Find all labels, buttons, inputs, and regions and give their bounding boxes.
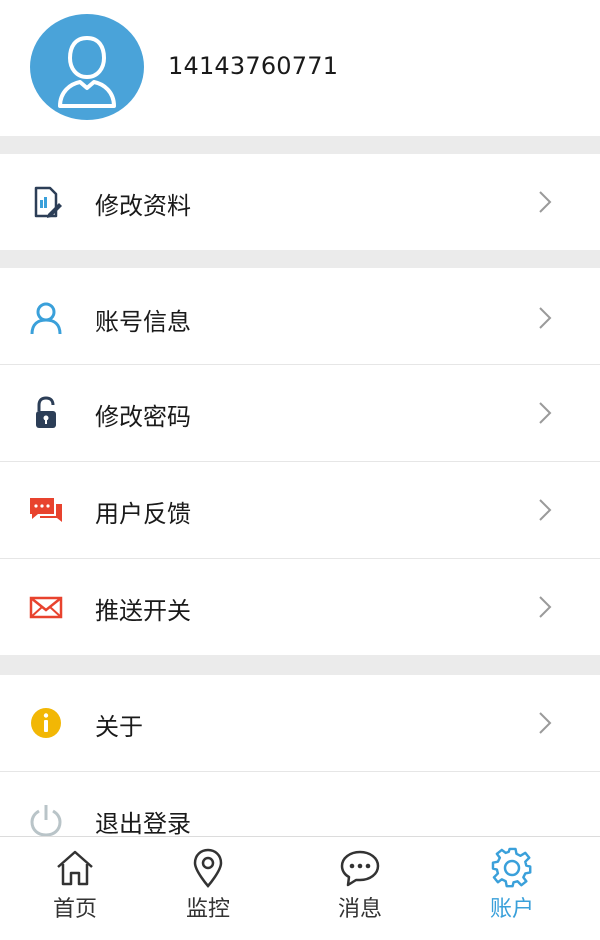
- menu-item-label: 账号信息: [95, 308, 191, 336]
- chevron-right-icon: [539, 499, 552, 521]
- menu-item-label: 修改密码: [95, 403, 191, 431]
- menu-item-about[interactable]: 关于: [0, 675, 600, 771]
- tab-monitor[interactable]: 监控: [133, 837, 283, 940]
- menu-item-label: 修改资料: [95, 192, 191, 220]
- tab-label: 账户: [489, 897, 534, 922]
- avatar[interactable]: [30, 14, 144, 120]
- tab-label: 消息: [337, 897, 382, 922]
- menu-item-label: 用户反馈: [95, 500, 191, 528]
- account-phone-number: 14143760771: [168, 52, 339, 80]
- chevron-right-icon: [539, 712, 552, 734]
- user-silhouette-icon: [58, 36, 116, 108]
- lock-icon: [28, 395, 64, 431]
- chevron-right-icon: [539, 596, 552, 618]
- chat-bubble-icon: [340, 850, 380, 887]
- info-icon: [28, 705, 64, 741]
- gear-icon: [491, 847, 532, 888]
- tab-label: 首页: [52, 897, 97, 922]
- location-pin-icon: [193, 848, 223, 888]
- chat-bubbles-icon: [28, 492, 64, 528]
- tab-account[interactable]: 账户: [437, 837, 587, 940]
- menu-item-label: 关于: [95, 713, 143, 741]
- chevron-right-icon: [539, 402, 552, 424]
- chevron-right-icon: [539, 307, 552, 329]
- menu-item-logout[interactable]: 退出登录: [0, 772, 600, 836]
- home-icon: [57, 850, 93, 886]
- section-divider: [0, 250, 600, 268]
- edit-document-icon: [28, 184, 64, 220]
- envelope-icon: [28, 589, 64, 625]
- chevron-right-icon: [539, 191, 552, 213]
- menu-item-label: 退出登录: [95, 810, 191, 836]
- menu-item-account-info[interactable]: 账号信息: [0, 268, 600, 364]
- profile-header: 14143760771: [0, 0, 600, 136]
- menu-item-feedback[interactable]: 用户反馈: [0, 462, 600, 558]
- tab-messages[interactable]: 消息: [285, 837, 435, 940]
- tab-label: 监控: [185, 897, 230, 922]
- power-icon: [28, 802, 64, 836]
- menu-item-label: 推送开关: [95, 597, 191, 625]
- menu-item-edit-profile[interactable]: 修改资料: [0, 154, 600, 250]
- menu-item-push-switch[interactable]: 推送开关: [0, 559, 600, 655]
- section-divider: [0, 136, 600, 154]
- user-icon: [28, 300, 64, 336]
- bottom-tab-bar: 首页 监控 消息 账户: [0, 836, 600, 940]
- tab-home[interactable]: 首页: [0, 837, 150, 940]
- menu-item-change-password[interactable]: 修改密码: [0, 365, 600, 461]
- section-divider: [0, 655, 600, 675]
